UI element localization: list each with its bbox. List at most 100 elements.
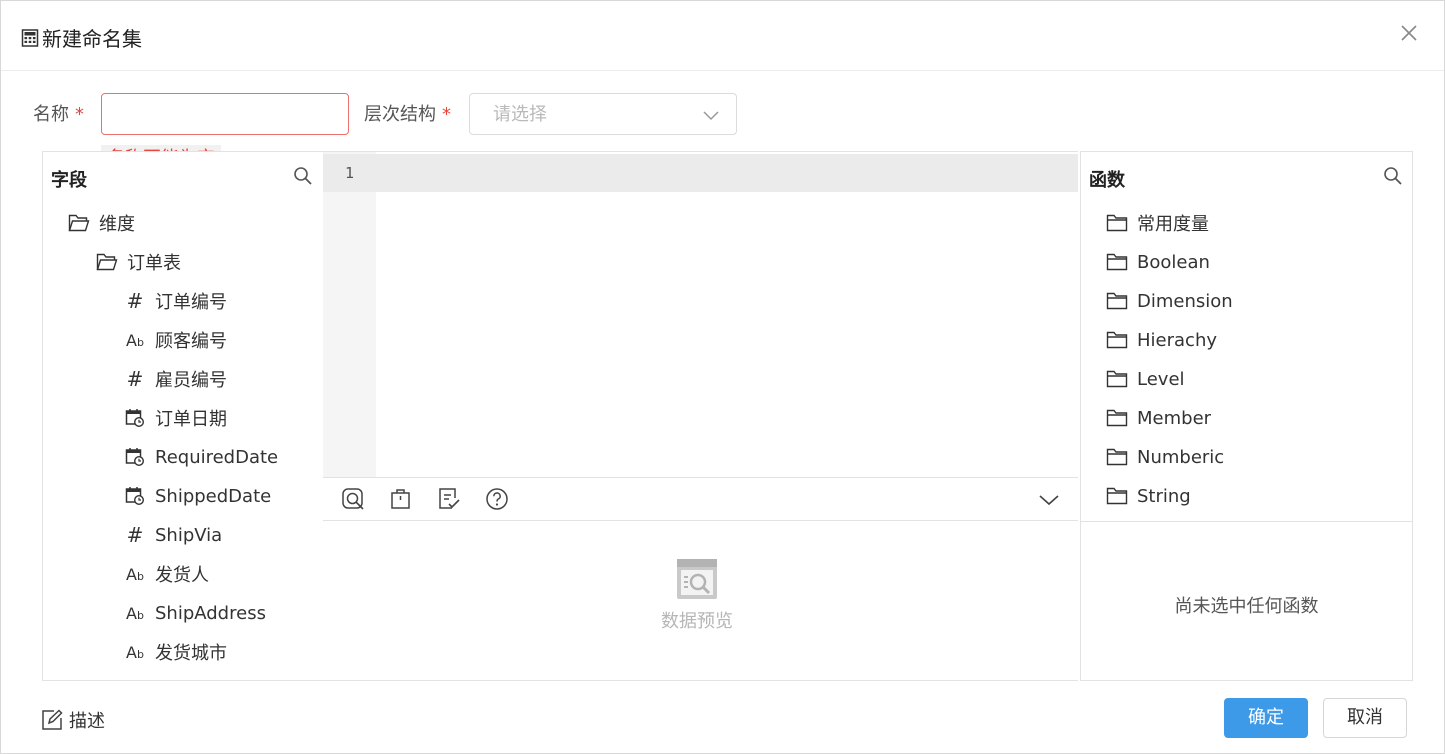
confirm-button[interactable]: 确定 — [1224, 698, 1308, 738]
text-field-icon: Ab — [126, 603, 144, 623]
data-preview-area: 数据预览 — [323, 521, 1078, 681]
line-number: 1 — [323, 154, 376, 192]
field-tree-item[interactable]: 维度 — [67, 208, 135, 238]
function-category-label: Boolean — [1137, 251, 1210, 273]
description-label: 描述 — [69, 711, 105, 732]
number-icon: # — [126, 367, 144, 391]
function-category-label: Hierachy — [1137, 329, 1217, 351]
field-tree-item[interactable]: ShippedDate — [123, 481, 271, 511]
chevron-down-icon — [703, 111, 719, 121]
folder-icon — [1105, 406, 1129, 430]
dialog-header: 新建命名集 — [1, 1, 1444, 71]
date-field-icon — [123, 445, 147, 469]
preview-search-icon[interactable] — [341, 487, 365, 511]
field-tree-label: 顾客编号 — [155, 331, 227, 352]
folder-icon — [1105, 328, 1129, 352]
edit-icon — [42, 709, 63, 730]
function-category-label: String — [1137, 485, 1191, 507]
required-mark: * — [75, 104, 84, 125]
search-icon[interactable] — [293, 166, 313, 186]
function-category-item[interactable]: String — [1105, 481, 1191, 511]
field-tree-item[interactable]: Ab ShipAddress — [123, 598, 266, 628]
field-tree-label: RequiredDate — [155, 446, 279, 468]
search-icon[interactable] — [1383, 166, 1403, 186]
hierarchy-label: 层次结构 * — [364, 102, 451, 128]
field-tree-item[interactable]: 订单表 — [95, 247, 181, 277]
folder-icon — [1105, 367, 1129, 391]
text-field-icon: Ab — [126, 564, 144, 584]
help-icon[interactable] — [485, 487, 509, 511]
hierarchy-placeholder: 请选择 — [493, 104, 547, 125]
date-field-icon — [123, 484, 147, 508]
field-tree-item[interactable]: Ab 顾客编号 — [123, 325, 227, 355]
function-detail-panel: 尚未选中任何函数 — [1080, 521, 1413, 681]
function-category-label: 常用度量 — [1137, 214, 1209, 235]
expression-editor[interactable]: 1 — [323, 151, 1078, 477]
data-preview-icon — [677, 559, 717, 599]
dialog-title: 新建命名集 — [42, 27, 142, 51]
field-tree-label: 订单表 — [127, 253, 181, 274]
function-category-item[interactable]: Hierachy — [1105, 325, 1217, 355]
folder-open-icon — [67, 211, 91, 235]
function-category-label: Level — [1137, 368, 1185, 390]
hierarchy-select[interactable]: 请选择 — [469, 93, 737, 135]
field-tree-label: 订单日期 — [155, 409, 227, 430]
editor-gutter — [323, 152, 376, 477]
field-tree-item[interactable]: # 雇员编号 — [123, 364, 227, 394]
function-category-item[interactable]: Level — [1105, 364, 1185, 394]
editor-toolbar — [323, 477, 1078, 521]
function-category-label: Dimension — [1137, 290, 1233, 312]
name-label: 名称 * — [33, 102, 84, 128]
functions-panel-title: 函数 — [1089, 170, 1125, 191]
text-field-icon: Ab — [126, 642, 144, 662]
fields-panel: 字段 维度订单表 # 订单编号 Ab 顾客编号 # 雇员编号订单日期 RequiredDate… — [42, 151, 323, 681]
function-category-item[interactable]: Member — [1105, 403, 1211, 433]
folder-icon — [1105, 445, 1129, 469]
number-icon: # — [126, 523, 144, 547]
field-tree-item[interactable]: # ShipVia — [123, 520, 223, 550]
date-field-icon — [123, 406, 147, 430]
field-tree-item[interactable]: # 订单编号 — [123, 286, 227, 316]
number-icon: # — [126, 289, 144, 313]
folder-icon — [1105, 289, 1129, 313]
field-tree-label: 维度 — [99, 214, 135, 235]
field-tree-item[interactable]: Ab 发货人 — [123, 559, 209, 589]
cancel-button[interactable]: 取消 — [1323, 698, 1407, 738]
field-tree-label: 发货城市 — [155, 643, 227, 664]
field-tree-label: 雇员编号 — [155, 370, 227, 391]
name-label-text: 名称 — [33, 104, 69, 125]
field-tree-label: ShipVia — [155, 524, 223, 546]
function-category-label: Member — [1137, 407, 1212, 429]
field-tree-label: 发货人 — [155, 565, 209, 586]
text-field-icon: Ab — [126, 330, 144, 350]
field-tree-item[interactable]: 订单日期 — [123, 403, 227, 433]
function-empty-text: 尚未选中任何函数 — [1174, 596, 1319, 617]
named-set-dialog: 新建命名集 名称* 名称不能为空 层次结构* 请选择 字段 维度订单表#订单编号… — [0, 0, 1445, 754]
function-category-label: Numberic — [1137, 446, 1225, 468]
folder-icon — [1105, 250, 1129, 274]
description-link[interactable]: 描述 — [41, 707, 105, 733]
function-category-item[interactable]: Numberic — [1105, 442, 1224, 472]
function-category-item[interactable]: Boolean — [1105, 247, 1210, 277]
clipboard-icon[interactable] — [389, 487, 413, 511]
fields-panel-title: 字段 — [51, 170, 87, 191]
close-icon[interactable] — [1397, 21, 1421, 45]
folder-icon — [1105, 211, 1129, 235]
hierarchy-label-text: 层次结构 — [364, 104, 436, 125]
field-tree-item[interactable]: RequiredDate — [123, 442, 278, 472]
field-tree-label: ShippedDate — [155, 485, 272, 507]
folder-icon — [1105, 484, 1129, 508]
field-tree-item[interactable]: Ab 发货城市 — [123, 637, 227, 667]
name-input[interactable] — [101, 93, 349, 135]
field-tree-label: 订单编号 — [155, 292, 227, 313]
calculator-icon — [21, 29, 39, 47]
function-category-item[interactable]: 常用度量 — [1105, 208, 1209, 238]
required-mark: * — [442, 104, 451, 125]
check-syntax-icon[interactable] — [437, 487, 461, 511]
data-preview-text: 数据预览 — [661, 611, 733, 632]
collapse-chevron-icon[interactable] — [1037, 488, 1061, 512]
editor-active-line[interactable] — [376, 154, 1078, 192]
folder-open-icon — [95, 250, 119, 274]
functions-panel: 函数 常用度量 Boolean Dimension Hierachy Level Memb… — [1080, 151, 1413, 522]
function-category-item[interactable]: Dimension — [1105, 286, 1233, 316]
